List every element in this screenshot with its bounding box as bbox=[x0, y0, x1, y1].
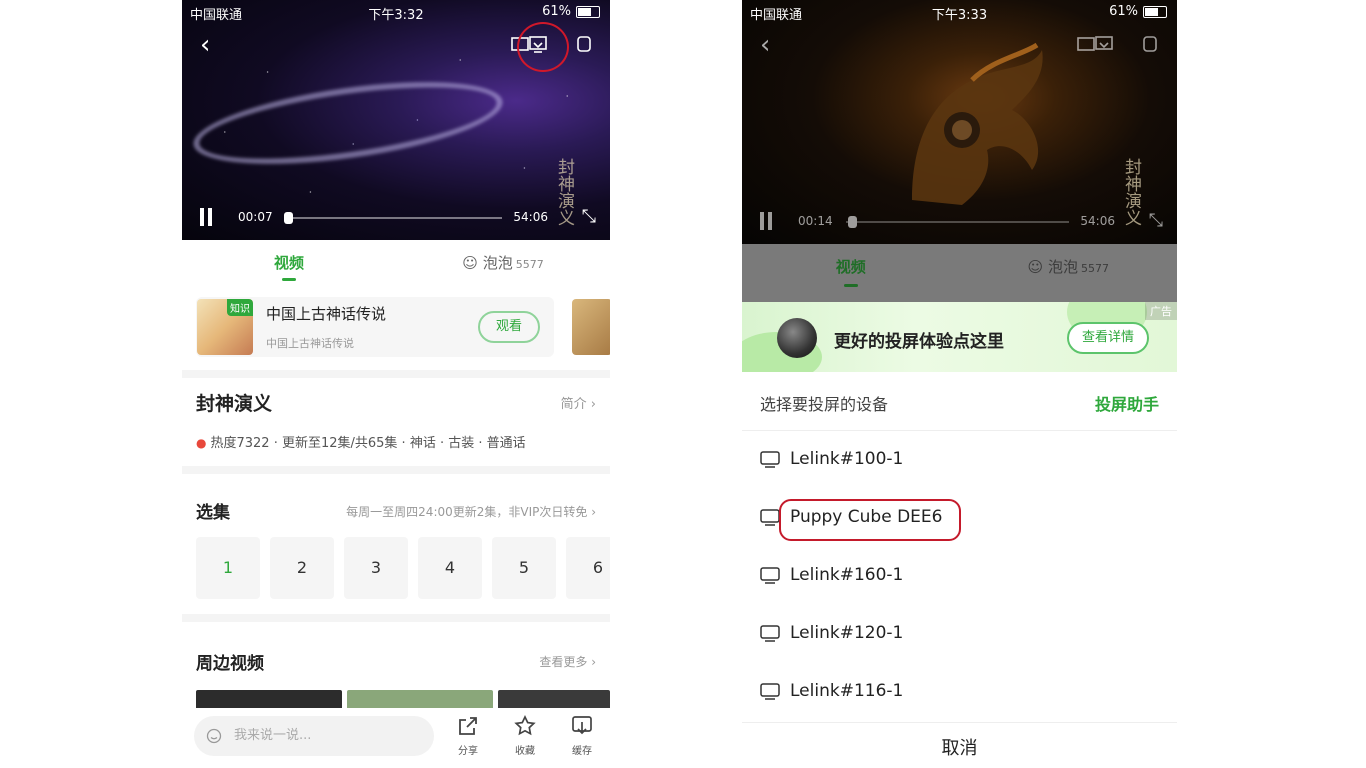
nearby-video-thumbnail[interactable] bbox=[498, 690, 610, 710]
progress-track[interactable] bbox=[284, 212, 502, 224]
promo-tag: 知识 bbox=[227, 299, 253, 316]
cast-button-highlight bbox=[517, 22, 569, 72]
tab-bubble[interactable]: ☺ 泡泡 5577 bbox=[396, 240, 610, 296]
tv-icon bbox=[760, 509, 780, 526]
tv-icon bbox=[760, 625, 780, 642]
total-time: 54:06 bbox=[513, 210, 548, 224]
video-player[interactable]: 中国联通 下午3:32 61% ‹ 封神演义 00:07 54:06 ⤡ bbox=[182, 0, 610, 240]
phone-screen-left: 中国联通 下午3:32 61% ‹ 封神演义 00:07 54:06 ⤡ 视频 … bbox=[182, 0, 610, 768]
show-meta: ● 热度7322 · 更新至12集/共65集 · 神话 · 古装 · 普通话 bbox=[196, 436, 526, 451]
heat-icon: ● bbox=[196, 436, 207, 450]
cache-button[interactable]: 缓存 bbox=[562, 714, 602, 757]
watch-button[interactable]: 观看 bbox=[478, 311, 540, 343]
fullscreen-icon[interactable]: ⤡ bbox=[582, 206, 596, 227]
tab-bubble: ☺ 泡泡 5577 bbox=[1027, 258, 1109, 276]
nearby-more-link[interactable]: 查看更多 › bbox=[539, 653, 596, 670]
device-name: Lelink#100-1 bbox=[790, 449, 904, 469]
favorite-button[interactable]: 收藏 bbox=[505, 714, 545, 757]
cancel-button[interactable]: 取消 bbox=[742, 722, 1177, 768]
show-title: 封神演义 bbox=[196, 393, 273, 415]
battery-icon bbox=[1143, 5, 1167, 18]
ad-text: 更好的投屏体验点这里 bbox=[834, 332, 1004, 352]
intro-link[interactable]: 简介 › bbox=[561, 393, 596, 412]
status-bar: 中国联通 下午3:32 61% bbox=[182, 0, 610, 24]
episode-button[interactable]: 1 bbox=[196, 537, 260, 599]
divider bbox=[182, 614, 610, 622]
nearby-title: 周边视频 bbox=[196, 654, 264, 674]
tv-icon bbox=[760, 683, 780, 700]
bottom-action-bar: 我来说一说... 分享 收藏 缓存 bbox=[182, 708, 610, 768]
tv-mode-icon[interactable] bbox=[1076, 34, 1096, 54]
battery-icon bbox=[576, 5, 600, 18]
content-tabs-dimmed: 视频 ☺ 泡泡 5577 bbox=[742, 244, 1177, 302]
current-time: 00:07 bbox=[238, 210, 273, 224]
battery-percent: 61% bbox=[1109, 4, 1138, 19]
promo-thumbnail: 知识 bbox=[197, 299, 253, 355]
star-icon bbox=[514, 715, 536, 736]
view-details-button[interactable]: 查看详情 bbox=[1067, 322, 1149, 354]
comment-input[interactable]: 我来说一说... bbox=[194, 716, 434, 756]
tab-video[interactable]: 视频 bbox=[182, 240, 396, 296]
episodes-title: 选集 bbox=[196, 503, 230, 523]
cast-device-image bbox=[777, 318, 817, 358]
share-button[interactable]: 分享 bbox=[448, 714, 488, 757]
episode-button[interactable]: 6 bbox=[566, 537, 610, 599]
content-tabs: 视频 ☺ 泡泡 5577 bbox=[182, 240, 610, 296]
next-promo-thumbnail[interactable] bbox=[572, 299, 610, 355]
back-button[interactable]: ‹ bbox=[760, 32, 770, 58]
divider bbox=[182, 466, 610, 474]
promo-title: 中国上古神话传说 bbox=[266, 305, 387, 323]
episodes-note[interactable]: 每周一至周四24:00更新2集，非VIP次日转免 › bbox=[346, 503, 596, 520]
device-name: Lelink#160-1 bbox=[790, 565, 904, 585]
bubble-count: 5577 bbox=[515, 258, 544, 271]
episode-button[interactable]: 2 bbox=[270, 537, 334, 599]
more-options-icon[interactable] bbox=[1140, 34, 1160, 54]
bubble-icon: ☺ bbox=[462, 254, 478, 272]
current-time: 00:14 bbox=[798, 214, 833, 228]
episode-button[interactable]: 5 bbox=[492, 537, 556, 599]
status-bar: 中国联通 下午3:33 61% bbox=[742, 0, 1177, 24]
device-sheet-header: 选择要投屏的设备 投屏助手 bbox=[742, 372, 1177, 431]
progress-track[interactable] bbox=[846, 216, 1069, 228]
dragon-statue-image bbox=[912, 42, 1043, 205]
promo-card[interactable]: 知识 中国上古神话传说 中国上古神话传说 观看 bbox=[196, 297, 554, 357]
battery-percent: 61% bbox=[542, 4, 571, 19]
device-name: Lelink#120-1 bbox=[790, 623, 904, 643]
tab-video: 视频 bbox=[742, 244, 960, 300]
phone-screen-right: 中国联通 下午3:33 61% ‹ 封神演义 00:14 54:06 ⤡ 视频 … bbox=[742, 0, 1177, 768]
episode-list: 1 2 3 4 5 6 bbox=[196, 537, 610, 599]
player-controls: 00:14 54:06 ⤡ bbox=[742, 210, 1177, 234]
tv-icon bbox=[760, 567, 780, 584]
total-time: 54:06 bbox=[1080, 214, 1115, 228]
pause-button[interactable] bbox=[758, 212, 774, 230]
ad-label: 广告 bbox=[1145, 302, 1177, 320]
divider bbox=[182, 370, 610, 378]
nearby-video-thumbnail[interactable] bbox=[196, 690, 342, 710]
promo-subtitle: 中国上古神话传说 bbox=[266, 337, 354, 350]
progress-knob[interactable] bbox=[848, 216, 857, 228]
selected-device-highlight bbox=[779, 499, 961, 541]
back-button[interactable]: ‹ bbox=[200, 32, 210, 58]
share-icon bbox=[459, 717, 477, 735]
player-controls: 00:07 54:06 ⤡ bbox=[182, 206, 610, 230]
cast-icon[interactable] bbox=[1094, 34, 1114, 54]
episode-button[interactable]: 4 bbox=[418, 537, 482, 599]
video-player[interactable]: 中国联通 下午3:33 61% ‹ 封神演义 00:14 54:06 ⤡ bbox=[742, 0, 1177, 244]
nearby-video-thumbnail[interactable] bbox=[347, 690, 493, 710]
device-sheet-title: 选择要投屏的设备 bbox=[760, 395, 889, 414]
episode-button[interactable]: 3 bbox=[344, 537, 408, 599]
pause-button[interactable] bbox=[198, 208, 214, 226]
bubble-icon: ☺ bbox=[1027, 258, 1044, 276]
emoji-icon bbox=[206, 728, 222, 744]
cast-ad-banner[interactable]: 更好的投屏体验点这里 查看详情 广告 bbox=[742, 302, 1177, 372]
bubble-count: 5577 bbox=[1080, 262, 1109, 275]
device-name: Lelink#116-1 bbox=[790, 681, 904, 701]
tv-icon bbox=[760, 451, 780, 468]
comment-placeholder: 我来说一说... bbox=[234, 728, 312, 743]
progress-knob[interactable] bbox=[284, 212, 293, 224]
fullscreen-icon[interactable]: ⤡ bbox=[1149, 210, 1163, 231]
cast-helper-link[interactable]: 投屏助手 bbox=[1095, 391, 1159, 415]
more-options-icon[interactable] bbox=[574, 34, 594, 54]
download-icon bbox=[572, 716, 592, 735]
